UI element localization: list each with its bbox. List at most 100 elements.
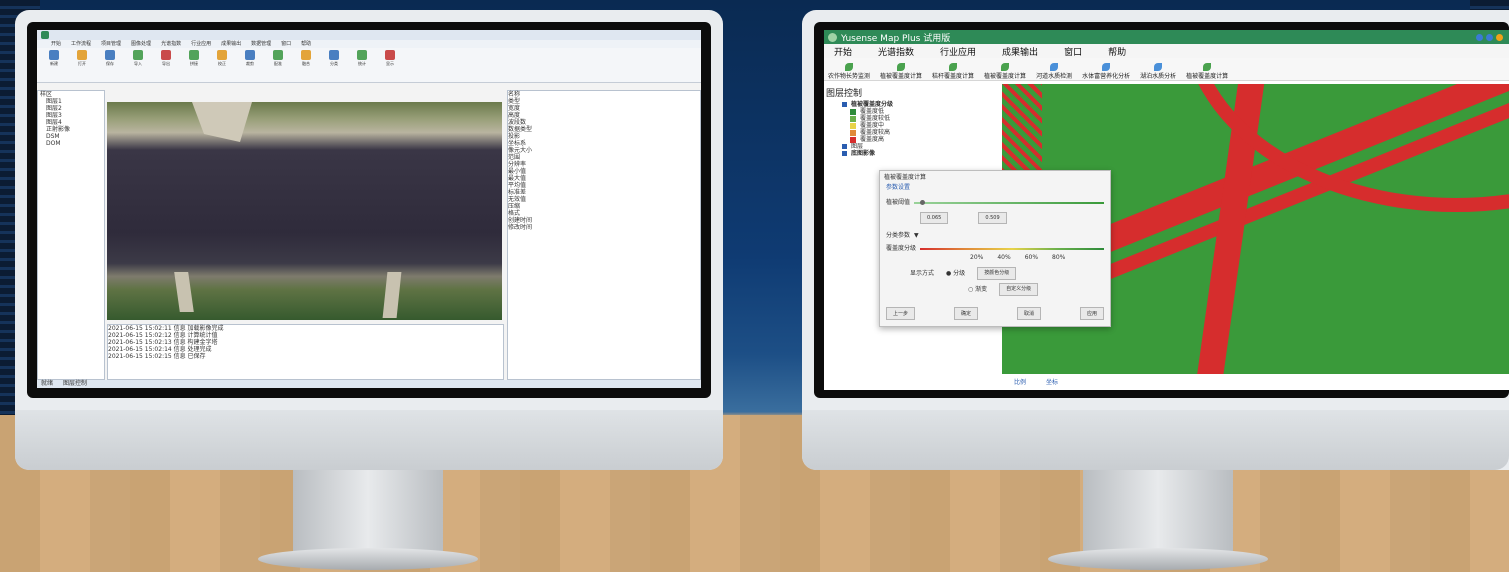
radio-graded[interactable]: ● 分级 <box>946 270 965 277</box>
threshold-label: 植被阈值 <box>886 199 911 206</box>
water-icon <box>1154 63 1163 71</box>
left-monitor-stand <box>293 470 443 560</box>
custom-grading-button[interactable]: 自定义分级 <box>999 283 1039 296</box>
pier-right <box>382 272 402 318</box>
layer-checkbox[interactable] <box>842 144 847 149</box>
tree-item[interactable]: 图层2 <box>38 105 104 112</box>
ribbon-button[interactable]: 导入 <box>127 50 149 70</box>
prop-row: 类型 <box>508 98 521 105</box>
ribbon-button[interactable]: 打开 <box>71 50 93 70</box>
legend-swatch <box>850 108 856 115</box>
ribbon-button[interactable]: 新建 <box>43 50 65 70</box>
tool-button[interactable]: 植被覆盖度计算 <box>984 63 1026 80</box>
right-monitor: Yusense Map Plus 试用版 开始 光谱指数 行业应用 成果输出 窗… <box>802 10 1509 470</box>
prop-row: 最小值 <box>508 168 527 175</box>
left-menu-item[interactable]: 行业应用 <box>191 40 211 48</box>
grading-slider[interactable] <box>920 247 1104 250</box>
left-menu-item[interactable]: 开始 <box>51 40 61 48</box>
close-icon[interactable] <box>1496 33 1503 41</box>
chevron-down-icon[interactable]: ▼ <box>914 232 919 239</box>
right-statusbar: 比例 坐标 <box>824 374 1509 390</box>
ribbon-button[interactable]: 导出 <box>155 50 177 70</box>
menu-item-output[interactable]: 成果输出 <box>1002 45 1038 58</box>
radio-gradient[interactable]: ○ 渐变 <box>968 286 987 293</box>
tool-button[interactable]: 湖泊水质分析 <box>1140 63 1176 80</box>
params-label[interactable]: 分类参数 <box>886 232 910 239</box>
left-menu-item[interactable]: 工作流程 <box>71 40 91 48</box>
right-app-toolbar: 农作物长势监测 植被覆盖度计算 秸秆覆盖度计算 植被覆盖度计算 河道水质检测 水… <box>824 58 1509 81</box>
tree-item[interactable]: 正射影像 <box>38 126 104 133</box>
tool-button[interactable]: 河道水质检测 <box>1036 63 1072 80</box>
menu-item-window[interactable]: 窗口 <box>1064 45 1082 58</box>
menu-item-help[interactable]: 帮助 <box>1108 45 1126 58</box>
left-app-body: 样区 图层1 图层2 图层3 图层4 正射影像 DSM DOM 2021-06-… <box>37 90 701 380</box>
ribbon-button[interactable]: 保存 <box>99 50 121 70</box>
ribbon-button[interactable]: 融合 <box>295 50 317 70</box>
prop-row: 高度 <box>508 112 521 119</box>
prop-row: 名称 <box>508 91 521 98</box>
legend-swatch <box>850 122 856 129</box>
tool-button[interactable]: 植被覆盖度计算 <box>880 63 922 80</box>
aerial-image-view[interactable] <box>107 102 502 320</box>
prev-button[interactable]: 上一步 <box>886 307 916 320</box>
menu-item-spectral[interactable]: 光谱指数 <box>878 45 914 58</box>
prop-row: 压缩 <box>508 203 521 210</box>
menu-item-industry[interactable]: 行业应用 <box>940 45 976 58</box>
prop-row: 投影 <box>508 133 521 140</box>
crop-icon <box>245 50 255 60</box>
prop-row: 宽度 <box>508 105 521 112</box>
ribbon-button[interactable]: 裁剪 <box>239 50 261 70</box>
leaf-icon <box>1001 63 1010 71</box>
threshold-min-field[interactable]: 0.065 <box>920 212 949 224</box>
legend-item: 覆盖度较高 <box>824 129 1000 136</box>
left-menu-item[interactable]: 成果输出 <box>221 40 241 48</box>
ribbon-button[interactable]: 配准 <box>267 50 289 70</box>
layer-checkbox[interactable] <box>842 102 847 107</box>
left-menu-item[interactable]: 项目管理 <box>101 40 121 48</box>
color-grading-button[interactable]: 按颜色分级 <box>977 267 1017 280</box>
tree-item[interactable]: 样区 <box>38 91 104 98</box>
tree-item[interactable]: 图层4 <box>38 119 104 126</box>
left-app-ribbon: 新建 打开 保存 导入 导出 拼接 校正 裁剪 配准 融合 分类 统计 显示 <box>37 48 701 83</box>
tool-button[interactable]: 植被覆盖度计算 <box>1186 63 1228 80</box>
grading-tick: 40% <box>997 254 1011 261</box>
layer-group[interactable]: 图层 <box>824 143 1000 150</box>
ribbon-button[interactable]: 显示 <box>379 50 401 70</box>
threshold-max-field[interactable]: 0.509 <box>978 212 1007 224</box>
tree-item[interactable]: 图层3 <box>38 112 104 119</box>
cancel-button[interactable]: 取消 <box>1016 307 1041 320</box>
maximize-icon[interactable] <box>1486 33 1493 41</box>
layer-group[interactable]: 植被覆盖度分级 <box>824 101 1000 108</box>
ribbon-button[interactable]: 分类 <box>323 50 345 70</box>
log-line: 2021-06-15 15:02:14 信息 处理完成 <box>108 346 212 353</box>
apply-button[interactable]: 应用 <box>1079 307 1104 320</box>
tree-item[interactable]: 图层1 <box>38 98 104 105</box>
legend-swatch <box>850 115 856 122</box>
dialog-tab[interactable]: 参数设置 <box>880 184 1110 191</box>
left-menu-item[interactable]: 光谱指数 <box>161 40 181 48</box>
left-menu-item[interactable]: 窗口 <box>281 40 291 48</box>
layer-group[interactable]: 底图影像 <box>824 150 1000 157</box>
tool-button[interactable]: 农作物长势监测 <box>828 63 870 80</box>
menu-item-start[interactable]: 开始 <box>834 45 852 58</box>
right-app-menubar: 开始 光谱指数 行业应用 成果输出 窗口 帮助 <box>824 44 1509 58</box>
ribbon-button[interactable]: 统计 <box>351 50 373 70</box>
ribbon-button[interactable]: 校正 <box>211 50 233 70</box>
minimize-icon[interactable] <box>1476 33 1483 41</box>
ok-button[interactable]: 确定 <box>953 307 978 320</box>
layer-checkbox[interactable] <box>842 151 847 156</box>
left-menu-item[interactable]: 图像处理 <box>131 40 151 48</box>
left-app-titlebar <box>37 30 701 40</box>
tool-button[interactable]: 秸秆覆盖度计算 <box>932 63 974 80</box>
left-menu-item[interactable]: 数据管理 <box>251 40 271 48</box>
ribbon-button[interactable]: 拼接 <box>183 50 205 70</box>
tool-button[interactable]: 水体富营养化分析 <box>1082 63 1130 80</box>
tree-item[interactable]: DOM <box>38 140 104 147</box>
right-app-titlebar: Yusense Map Plus 试用版 <box>824 30 1509 44</box>
log-line: 2021-06-15 15:02:12 信息 计算统计值 <box>108 332 218 339</box>
log-panel: 2021-06-15 15:02:11 信息 加载影像完成 2021-06-15… <box>107 324 504 380</box>
left-menu-item[interactable]: 帮助 <box>301 40 311 48</box>
slider-handle[interactable] <box>920 199 926 205</box>
tree-item[interactable]: DSM <box>38 133 104 140</box>
threshold-slider[interactable] <box>914 199 1104 205</box>
